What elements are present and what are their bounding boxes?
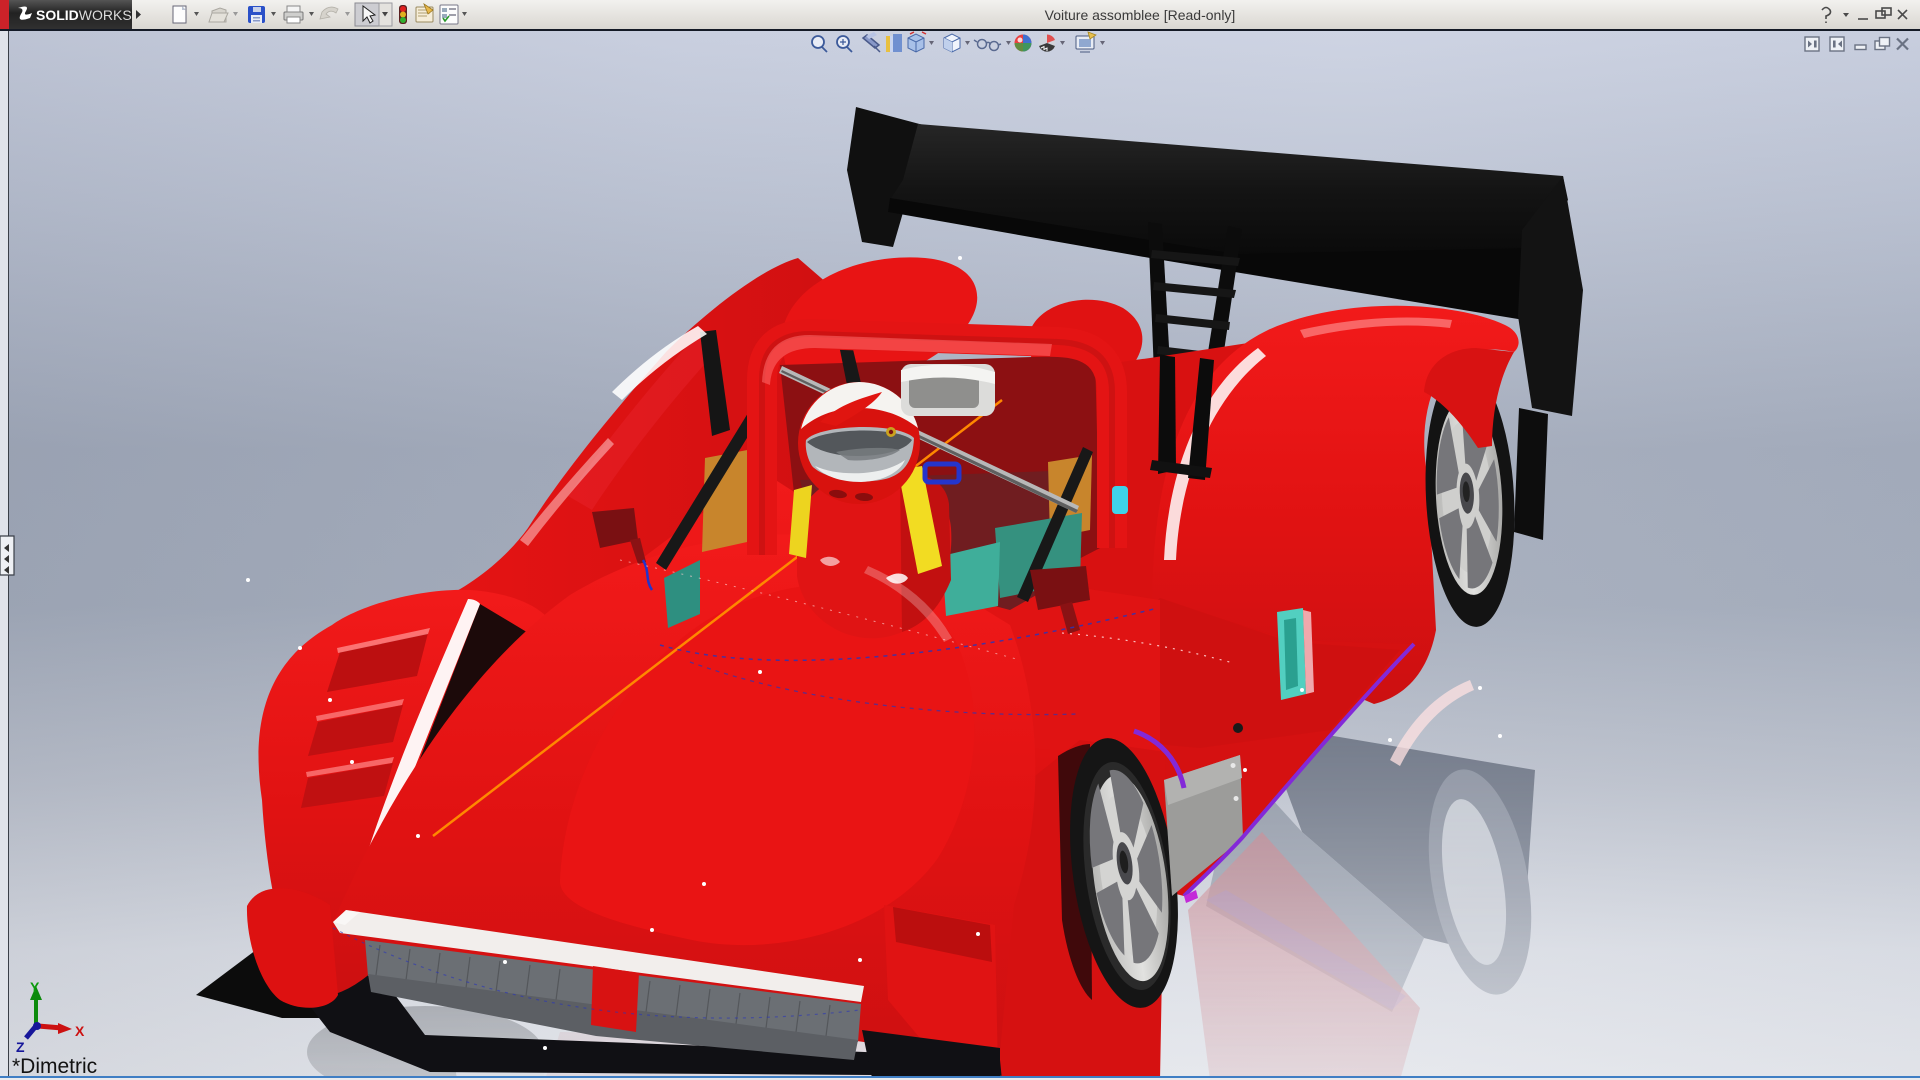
svg-text:*Dimetric: *Dimetric bbox=[12, 1055, 97, 1078]
svg-text:Y: Y bbox=[30, 979, 40, 995]
svg-text:X: X bbox=[75, 1023, 85, 1039]
svg-text:Z: Z bbox=[16, 1039, 25, 1055]
svg-text:SOLIDWORKS: SOLIDWORKS bbox=[36, 7, 132, 23]
